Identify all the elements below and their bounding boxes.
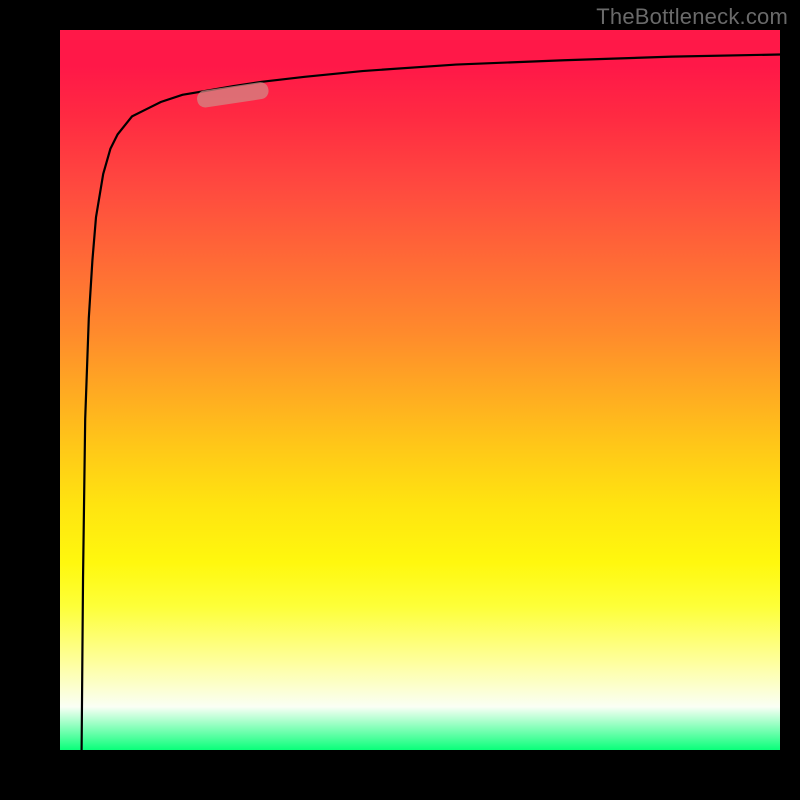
chart-svg: [60, 30, 780, 750]
watermark-label: TheBottleneck.com: [596, 4, 788, 30]
curve-line: [82, 54, 780, 750]
